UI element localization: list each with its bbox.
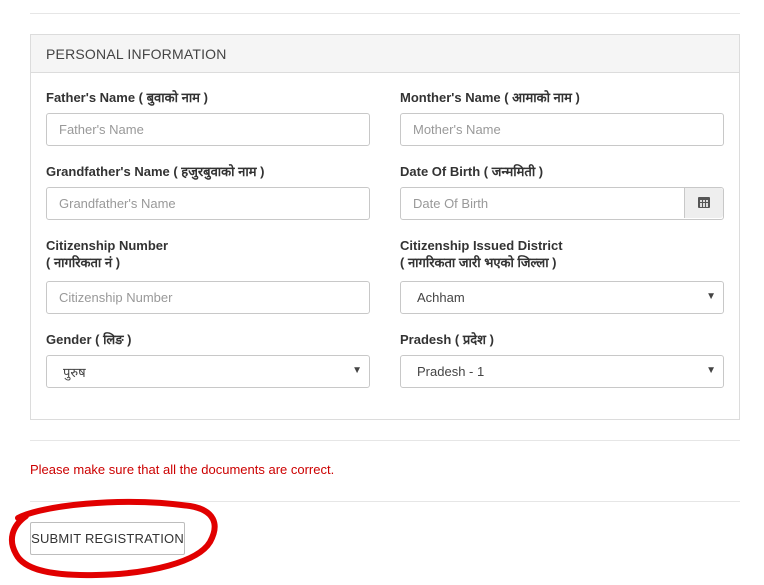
dob-input[interactable]: Date Of Birth: [400, 187, 724, 220]
grandfather-name-label: Grandfather's Name ( हजुरबुवाको नाम ): [46, 164, 265, 179]
panel-title: PERSONAL INFORMATION: [31, 35, 739, 73]
chevron-down-icon: ▼: [706, 291, 716, 302]
calendar-icon: [698, 197, 710, 208]
citizenship-district-label-en: Citizenship Issued District: [400, 238, 563, 253]
citizenship-district-label: Citizenship Issued District ( नागरिकता ज…: [400, 237, 563, 271]
citizenship-number-input[interactable]: Citizenship Number: [46, 281, 370, 314]
pradesh-value: Pradesh - 1: [417, 364, 485, 379]
gender-value: पुरुष: [63, 364, 86, 380]
chevron-down-icon: ▼: [352, 365, 362, 376]
citizenship-number-label: Citizenship Number ( नागरिकता नं ): [46, 237, 168, 271]
citizenship-number-label-en: Citizenship Number: [46, 238, 169, 253]
dob-label: Date Of Birth ( जन्ममिती ): [400, 164, 544, 179]
mother-name-label: Monther's Name ( आमाको नाम ): [400, 90, 580, 105]
pradesh-select[interactable]: Pradesh - 1 ▼: [400, 355, 724, 388]
citizenship-number-label-np: ( नागरिकता नं ): [46, 255, 121, 270]
grandfather-name-input[interactable]: Grandfather's Name: [46, 187, 370, 220]
citizenship-district-label-np: ( नागरिकता जारी भएको जिल्ला ): [400, 255, 557, 270]
dob-placeholder: Date Of Birth: [413, 196, 489, 211]
datepicker-button[interactable]: [684, 188, 723, 218]
document-notice: Please make sure that all the documents …: [30, 462, 335, 477]
chevron-down-icon: ▼: [706, 365, 716, 376]
father-name-input[interactable]: Father's Name: [46, 113, 370, 146]
red-annotation-circle: [8, 498, 218, 579]
father-name-label: Father's Name ( बुवाको नाम ): [46, 90, 208, 105]
mother-name-input[interactable]: Mother's Name: [400, 113, 724, 146]
divider: [30, 440, 740, 441]
gender-select[interactable]: पुरुष ▼: [46, 355, 370, 388]
top-divider: [30, 13, 740, 14]
citizenship-district-select[interactable]: Achham ▼: [400, 281, 724, 314]
gender-label: Gender ( लिङ ): [46, 332, 132, 347]
pradesh-label: Pradesh ( प्रदेश ): [400, 332, 494, 347]
citizenship-district-value: Achham: [417, 290, 465, 305]
